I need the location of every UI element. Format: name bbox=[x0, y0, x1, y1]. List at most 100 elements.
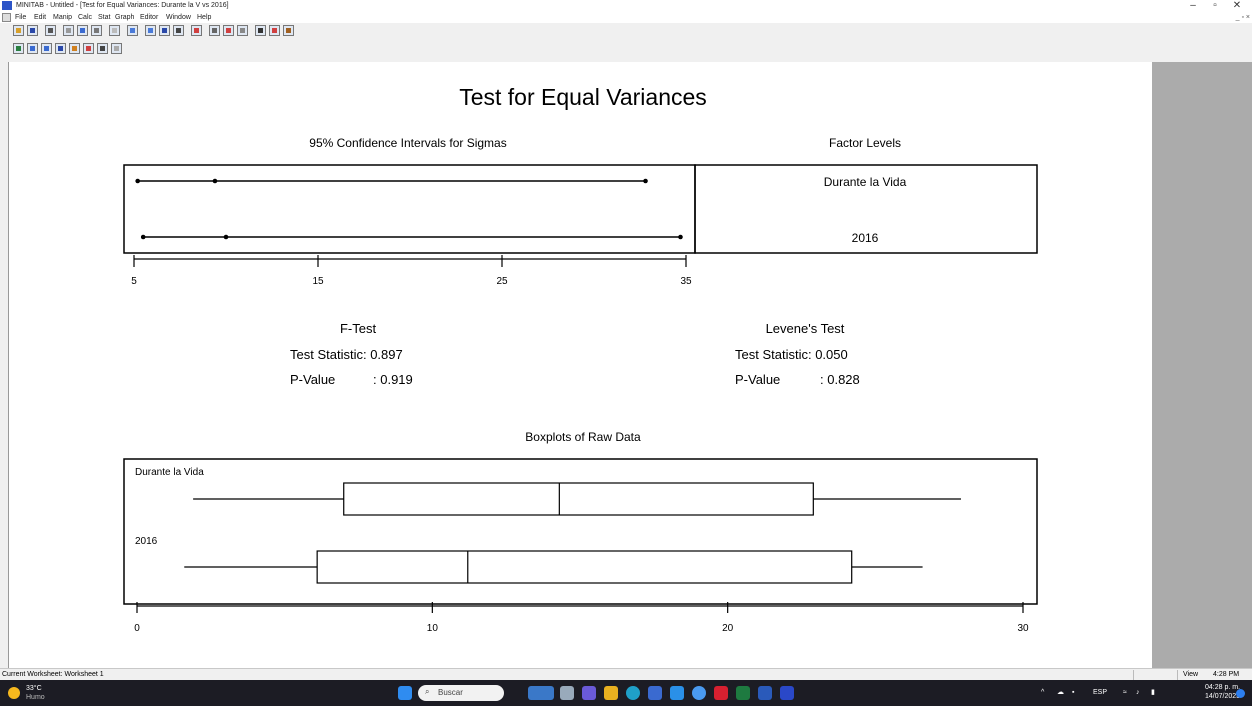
menu-edit[interactable]: Edit bbox=[34, 12, 46, 23]
cancel-icon[interactable] bbox=[255, 25, 266, 36]
related-documents-icon[interactable] bbox=[97, 43, 108, 54]
menu-manip[interactable]: Manip bbox=[53, 12, 72, 23]
close-button[interactable]: ✕ bbox=[1227, 0, 1247, 12]
menu-calc[interactable]: Calc bbox=[78, 12, 92, 23]
weather-icon bbox=[8, 687, 20, 699]
maximize-button[interactable]: ▫ bbox=[1205, 0, 1225, 12]
ci-plot-frame bbox=[123, 164, 696, 254]
save-icon[interactable] bbox=[27, 25, 38, 36]
window-title: MINITAB - Untitled - [Test for Equal Var… bbox=[16, 2, 229, 9]
edge-browser-icon[interactable] bbox=[626, 686, 640, 700]
draw-line-icon[interactable] bbox=[237, 25, 248, 36]
factor-level-1: Durante la Vida bbox=[824, 175, 907, 189]
boxplot-title: Boxplots of Raw Data bbox=[525, 430, 641, 444]
excel-icon[interactable] bbox=[736, 686, 750, 700]
document-icon[interactable] bbox=[2, 13, 11, 22]
menu-window[interactable]: Window bbox=[166, 12, 191, 23]
chrome-icon[interactable] bbox=[692, 686, 706, 700]
levene-pvalue-label: P-Value bbox=[735, 372, 780, 387]
menu-file[interactable]: File bbox=[15, 12, 26, 23]
data-window-icon[interactable] bbox=[145, 25, 156, 36]
store-icon[interactable] bbox=[648, 686, 662, 700]
word-icon[interactable] bbox=[758, 686, 772, 700]
volume-icon[interactable]: ♪ bbox=[1136, 680, 1140, 706]
equal-variances-graph: Test for Equal Variances 95% Confidence … bbox=[123, 84, 1038, 634]
notification-icon[interactable] bbox=[1236, 689, 1245, 698]
boxplot-label-2: 2016 bbox=[135, 536, 158, 547]
minitab-taskbar-icon[interactable] bbox=[780, 686, 794, 700]
wifi-icon[interactable]: ≈ bbox=[1123, 680, 1127, 706]
design-icon[interactable] bbox=[111, 43, 122, 54]
factor-level-2: 2016 bbox=[852, 231, 879, 245]
graph-folder-icon[interactable] bbox=[191, 25, 202, 36]
brush-icon[interactable] bbox=[209, 25, 220, 36]
mail-icon[interactable] bbox=[670, 686, 684, 700]
info-icon[interactable] bbox=[55, 43, 66, 54]
boxplot-marks bbox=[184, 482, 961, 584]
search-placeholder: Buscar bbox=[438, 688, 463, 697]
undo-icon[interactable] bbox=[109, 25, 120, 36]
ci-panel-title: 95% Confidence Intervals for Sigmas bbox=[309, 136, 506, 150]
paste-icon[interactable] bbox=[91, 25, 102, 36]
session-window-icon[interactable] bbox=[127, 25, 138, 36]
battery-icon[interactable]: ▮ bbox=[1151, 680, 1155, 706]
windows-start-icon[interactable] bbox=[398, 686, 412, 700]
chat-icon[interactable] bbox=[582, 686, 596, 700]
language-indicator[interactable]: ESP bbox=[1093, 680, 1107, 706]
boxplot-axis: 0 10 20 30 bbox=[134, 602, 1029, 634]
info-window-icon[interactable] bbox=[173, 25, 184, 36]
help-icon[interactable] bbox=[269, 25, 280, 36]
graph-window: Test for Equal Variances 95% Confidence … bbox=[8, 62, 1153, 668]
ftest-pvalue: : 0.919 bbox=[373, 372, 413, 387]
taskbar-search[interactable]: ⌕ Buscar bbox=[418, 685, 504, 701]
ftest-statistic: Test Statistic: 0.897 bbox=[290, 347, 403, 362]
mdi-window-controls[interactable]: _ ▫ × bbox=[1236, 12, 1250, 23]
stop-icon[interactable] bbox=[283, 25, 294, 36]
ci-lower-point bbox=[140, 234, 146, 240]
history-icon[interactable] bbox=[69, 43, 80, 54]
onedrive-icon[interactable]: ☁ bbox=[1057, 680, 1064, 706]
ci-tick-label: 15 bbox=[312, 276, 324, 287]
ci-upper-point bbox=[643, 178, 648, 184]
ci-tick-label: 25 bbox=[496, 276, 508, 287]
boxplot-tick-label: 30 bbox=[1017, 623, 1029, 634]
weather-temp: 33°C bbox=[26, 685, 42, 692]
chevron-up-icon[interactable]: ^ bbox=[1041, 680, 1044, 706]
boxplot-tick-label: 10 bbox=[427, 623, 439, 634]
ci-tick-label: 35 bbox=[680, 276, 692, 287]
ftest-pvalue-label: P-Value bbox=[290, 372, 335, 387]
edit-graph-icon[interactable] bbox=[223, 25, 234, 36]
levene-statistic: Test Statistic: 0.050 bbox=[735, 347, 848, 362]
widgets-icon[interactable] bbox=[528, 686, 554, 700]
copy-icon[interactable] bbox=[77, 25, 88, 36]
grid-icon[interactable] bbox=[41, 43, 52, 54]
menu-help[interactable]: Help bbox=[197, 12, 211, 23]
menu-editor[interactable]: Editor bbox=[140, 12, 158, 23]
factor-levels-title: Factor Levels bbox=[829, 136, 901, 150]
open-icon[interactable] bbox=[13, 25, 24, 36]
minimize-button[interactable]: – bbox=[1183, 0, 1203, 12]
ci-marks bbox=[135, 178, 683, 240]
weather-condition: Humo bbox=[26, 694, 45, 701]
status-divider bbox=[1133, 670, 1134, 680]
levene-pvalue: : 0.828 bbox=[820, 372, 860, 387]
table-icon[interactable] bbox=[27, 43, 38, 54]
task-view-icon[interactable] bbox=[560, 686, 574, 700]
file-explorer-icon[interactable] bbox=[604, 686, 618, 700]
project-manager-icon[interactable] bbox=[159, 25, 170, 36]
current-worksheet-status: Current Worksheet: Worksheet 1 bbox=[2, 671, 104, 678]
mcafee-icon[interactable] bbox=[714, 686, 728, 700]
print-icon[interactable] bbox=[45, 25, 56, 36]
cut-icon[interactable] bbox=[63, 25, 74, 36]
title-bar: MINITAB - Untitled - [Test for Equal Var… bbox=[0, 0, 1252, 12]
boxplot-tick-label: 20 bbox=[722, 623, 734, 634]
taskbar-clock[interactable]: 04:28 p. m. 14/07/2023 bbox=[1205, 683, 1240, 701]
menu-graph[interactable]: Graph bbox=[115, 12, 134, 23]
report-icon[interactable] bbox=[83, 43, 94, 54]
worksheet-icon[interactable] bbox=[13, 43, 24, 54]
menu-stat[interactable]: Stat bbox=[98, 12, 110, 23]
app-tray-icon[interactable]: ▪ bbox=[1072, 680, 1074, 706]
ci-sigma-point bbox=[223, 234, 229, 240]
menu-bar: File Edit Manip Calc Stat Graph Editor W… bbox=[0, 12, 1252, 23]
minitab-app-icon bbox=[2, 1, 12, 10]
